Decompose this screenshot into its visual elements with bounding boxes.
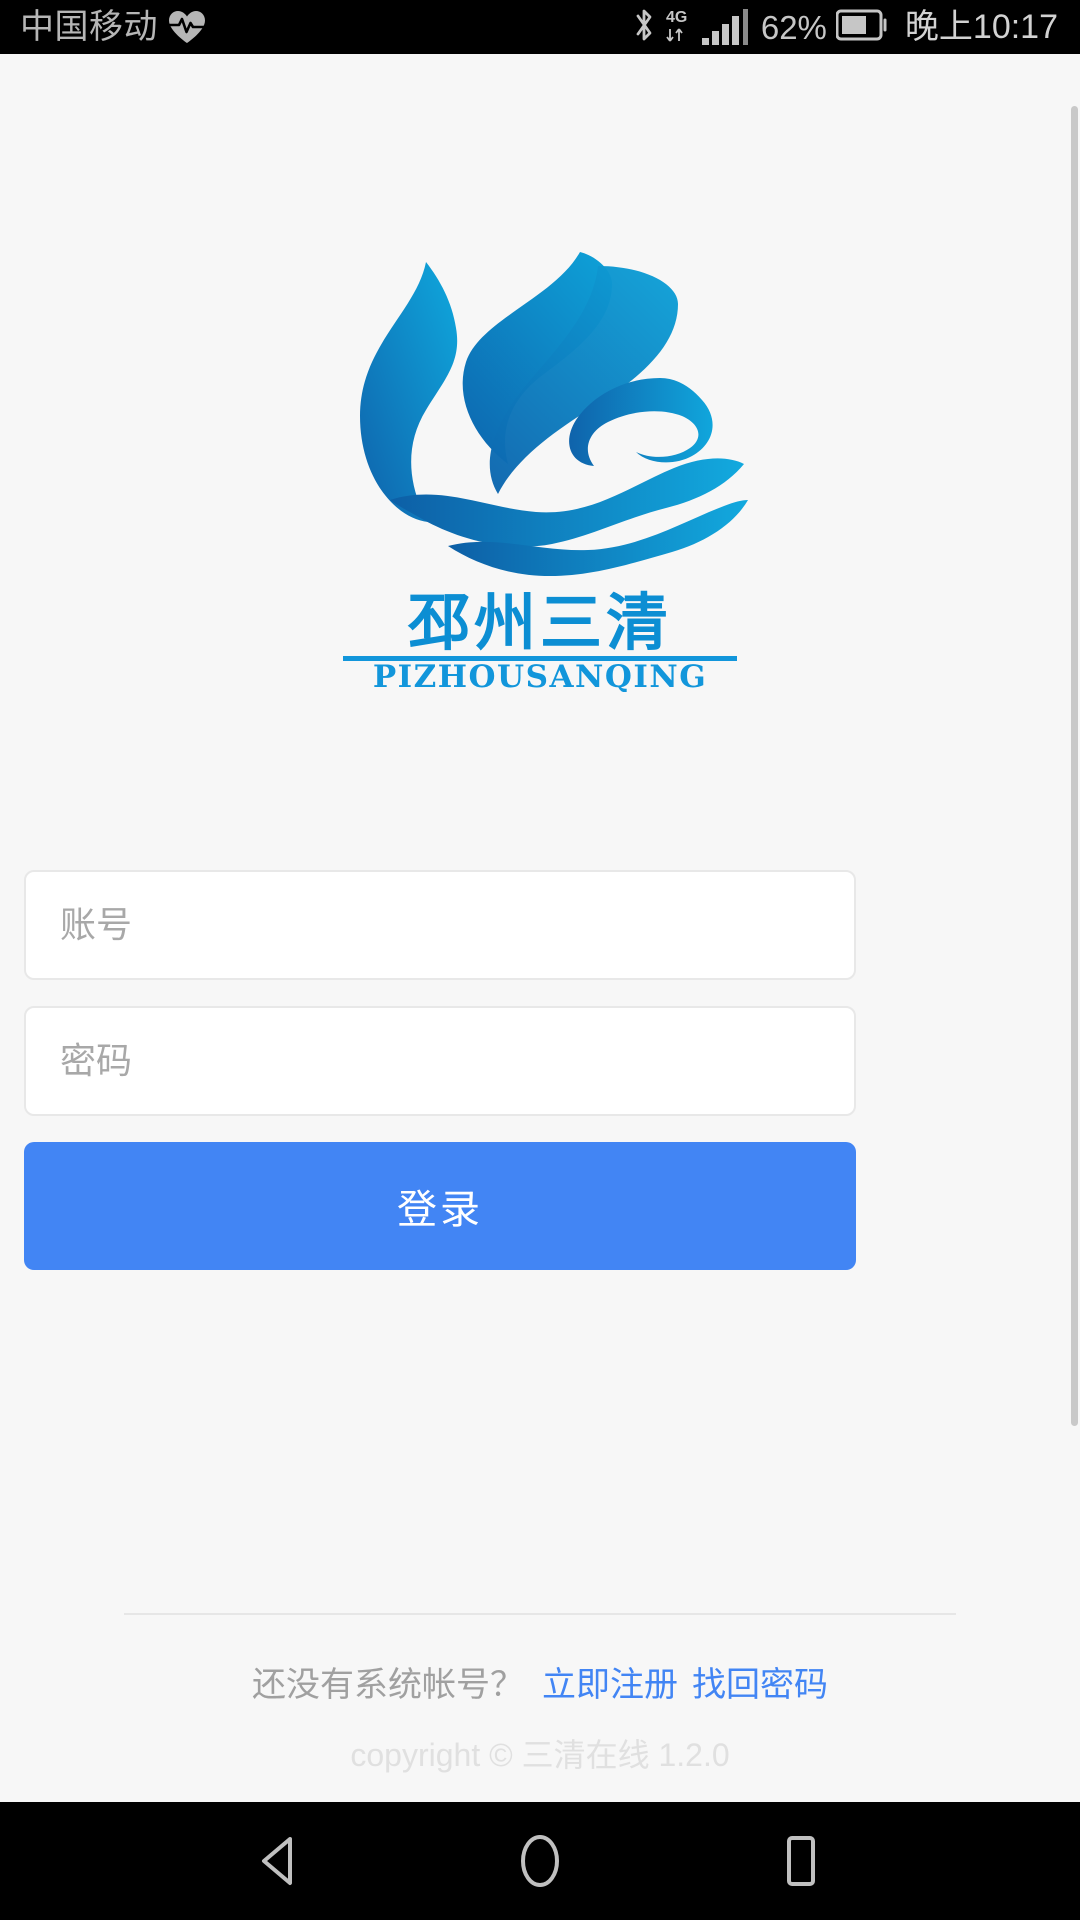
copyright-text: copyright © 三清在线 1.2.0 xyxy=(350,1737,730,1773)
battery-icon xyxy=(835,9,888,46)
brand-name-en-text: PIZHOUSANQING xyxy=(372,659,706,692)
no-account-prompt: 还没有系统帐号？ xyxy=(252,1666,524,1704)
status-bar-left: 中国移动 xyxy=(20,10,206,44)
recover-password-link[interactable]: 找回密码 xyxy=(692,1657,828,1706)
battery-percent-label: 62% xyxy=(760,8,827,46)
account-input[interactable] xyxy=(60,904,820,946)
footer-links-row: 还没有系统帐号？ 立即注册 找回密码 xyxy=(252,1657,828,1706)
recents-square-icon[interactable] xyxy=(745,1806,855,1916)
footer: 还没有系统帐号？ 立即注册 找回密码 copyright © 三清在线 1.2.… xyxy=(0,1613,1080,1776)
brand-name-cn-text: 邳州三清 xyxy=(406,586,671,659)
footer-divider xyxy=(124,1613,956,1615)
svg-text:4G: 4G xyxy=(666,9,687,26)
android-navigation-bar xyxy=(0,1802,1080,1920)
back-triangle-icon[interactable] xyxy=(225,1806,335,1916)
status-bar-right: 4G 62% 晚上10:17 xyxy=(632,5,1058,50)
login-button[interactable]: 登录 xyxy=(24,1142,856,1270)
network-type-and-arrows: 4G xyxy=(665,5,699,50)
signal-bars-icon xyxy=(701,5,750,50)
network-indicator: 4G xyxy=(665,5,750,50)
register-link[interactable]: 立即注册 xyxy=(542,1657,678,1706)
password-input[interactable] xyxy=(60,1040,820,1082)
account-field[interactable] xyxy=(24,870,856,980)
login-screen-content: 邳州三清 PIZHOUSANQING 登录 还没有系统帐号？ 立即注册 找回密码 xyxy=(0,54,1080,1802)
heart-pulse-icon xyxy=(168,10,206,44)
phone-screen: 中国移动 4G 62% 晚上10:17 邳州三清 PIZHOUSANQING 账… xyxy=(0,0,1080,1920)
brand-wordmark: 邳州三清 PIZHOUSANQING xyxy=(342,586,737,692)
carrier-label: 中国移动 xyxy=(20,8,158,46)
bluetooth-icon xyxy=(632,6,656,49)
lotus-wave-logo-icon xyxy=(360,252,748,576)
login-form: 登录 xyxy=(24,870,856,1270)
vertical-scrollbar[interactable] xyxy=(1071,106,1078,1426)
status-bar: 中国移动 4G 62% 晚上10:17 xyxy=(0,0,1080,54)
password-field[interactable] xyxy=(24,1006,856,1116)
clock-label: 晚上10:17 xyxy=(904,8,1058,46)
home-circle-icon[interactable] xyxy=(485,1806,595,1916)
brand-logo: 邳州三清 PIZHOUSANQING xyxy=(305,250,775,692)
